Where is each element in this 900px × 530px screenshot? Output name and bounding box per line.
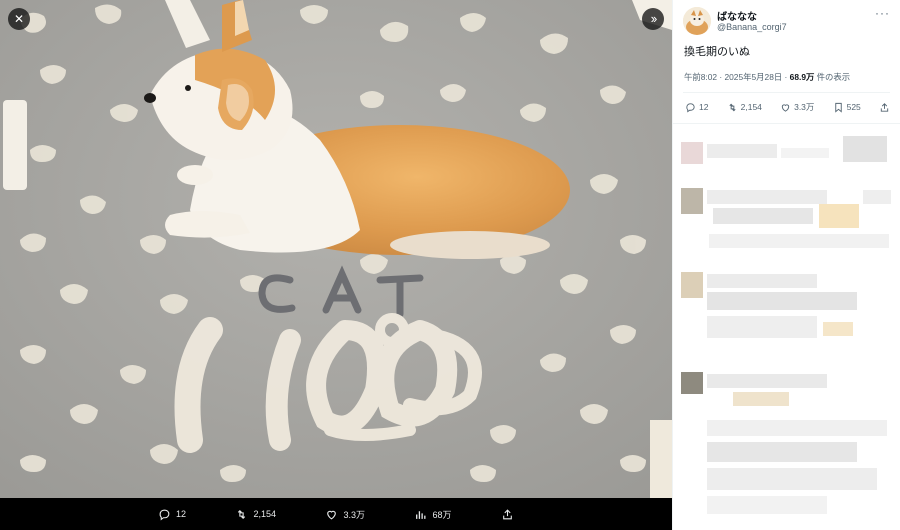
bookmark-button[interactable]: 525	[833, 102, 861, 113]
media-like-count: 3.3万	[343, 509, 365, 520]
reply-text-blurred	[707, 190, 827, 204]
display-name[interactable]: ばななな	[717, 8, 757, 23]
repost-icon	[729, 103, 736, 111]
close-icon: ✕	[13, 12, 25, 26]
corgi-photo[interactable]	[0, 0, 672, 498]
reply-text-blurred	[863, 190, 891, 204]
tweet-view-suffix: 件の表示	[814, 72, 851, 82]
reply-text-blurred	[823, 322, 853, 336]
reply-text-blurred	[707, 420, 887, 436]
analytics-icon	[416, 510, 426, 519]
more-icon: ···	[875, 6, 890, 20]
heart-icon	[781, 103, 790, 112]
reply-text-blurred	[707, 496, 827, 514]
reply-text-blurred	[707, 274, 817, 288]
share-icon	[503, 508, 512, 519]
media-share-button[interactable]	[501, 508, 514, 521]
media-views-button[interactable]: 68万	[414, 508, 451, 521]
reply-avatar-blurred	[681, 372, 703, 394]
media-view-count: 68万	[432, 509, 452, 520]
media-reply-count: 12	[176, 509, 187, 519]
reply-text-blurred	[733, 392, 789, 406]
reply-avatar-blurred	[681, 272, 703, 298]
reply-text-blurred	[707, 468, 877, 490]
close-button[interactable]: ✕	[8, 8, 30, 30]
repost-count: 2,154	[740, 102, 762, 112]
tweet-actions: 12 2,154 3.3万 525	[685, 101, 890, 113]
reply-text-blurred	[707, 374, 827, 388]
photo-canvas	[0, 0, 672, 498]
reply-text-blurred	[707, 144, 777, 158]
reply-text-blurred	[843, 136, 887, 162]
media-stats-bar: 12 2,154 3.3万 68万	[0, 498, 672, 530]
double-chevron-right-icon: ››	[650, 11, 658, 26]
reply-count: 12	[699, 102, 709, 112]
reply-text-blurred	[819, 204, 859, 228]
tweet-timestamp[interactable]: 午前8:02 · 2025年5月28日 ·	[684, 72, 790, 82]
reply-button[interactable]: 12	[685, 102, 708, 113]
heart-icon	[327, 510, 337, 519]
repost-button[interactable]: 2,154	[727, 102, 762, 113]
share-button[interactable]	[879, 102, 890, 113]
media-repost-button[interactable]: 2,154	[235, 508, 276, 521]
media-reply-button[interactable]: 12	[158, 508, 186, 521]
media-like-button[interactable]: 3.3万	[325, 508, 365, 521]
reply-icon	[686, 102, 695, 113]
tweet-panel: ばななな @Banana_corgi7 ··· 換毛期のいぬ 午前8:02 · …	[672, 0, 900, 530]
reply-text-blurred	[707, 292, 857, 310]
tweet-view-count: 68.9万	[789, 72, 815, 82]
media-viewer: ✕ ›› 12 2,154 3.3万 68万	[0, 0, 672, 530]
tweet-text: 換毛期のいぬ	[684, 46, 750, 58]
avatar[interactable]	[683, 7, 711, 35]
user-handle[interactable]: @Banana_corgi7	[717, 22, 787, 32]
share-icon	[880, 102, 889, 112]
replies-pixelated	[673, 124, 900, 530]
more-options-button[interactable]: ···	[875, 6, 890, 20]
reply-avatar-blurred	[681, 142, 703, 164]
bookmark-icon	[834, 102, 842, 113]
like-button[interactable]: 3.3万	[780, 101, 814, 113]
bookmark-count: 525	[846, 102, 861, 112]
next-media-button[interactable]: ››	[642, 8, 664, 30]
media-repost-count: 2,154	[253, 509, 277, 519]
reply-text-blurred	[781, 148, 829, 158]
tweet-meta: 午前8:02 · 2025年5月28日 · 68.9万 件の表示	[684, 71, 850, 83]
avatar-image	[683, 7, 711, 35]
repost-icon	[238, 509, 246, 519]
reply-text-blurred	[713, 208, 813, 224]
reply-text-blurred	[707, 316, 817, 338]
divider	[683, 92, 890, 93]
reply-icon	[159, 509, 170, 520]
tweet-header: ばななな @Banana_corgi7 ···	[673, 0, 900, 44]
like-count: 3.3万	[794, 102, 815, 112]
reply-text-blurred	[707, 442, 857, 462]
reply-text-blurred	[709, 234, 889, 248]
reply-avatar-blurred	[681, 188, 703, 214]
